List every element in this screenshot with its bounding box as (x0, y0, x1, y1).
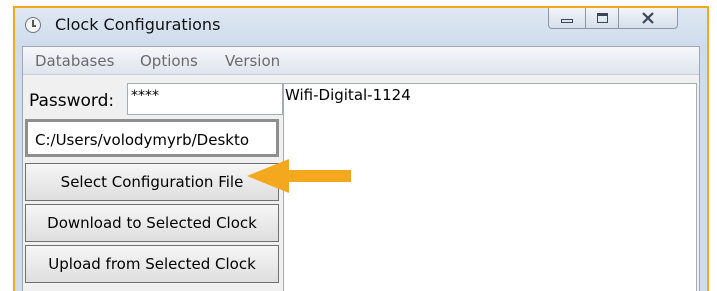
app-window: Clock Configurations Databases Options V… (13, 6, 709, 291)
annotation-arrow-icon (247, 159, 351, 193)
upload-from-clock-button[interactable]: Upload from Selected Clock (25, 245, 279, 283)
password-label: Password: (29, 91, 115, 111)
close-button[interactable] (618, 8, 678, 29)
maximize-button[interactable] (585, 8, 619, 29)
minimize-icon (561, 19, 573, 23)
clock-icon (25, 17, 41, 33)
title-bar[interactable]: Clock Configurations (15, 8, 707, 46)
minimize-button[interactable] (548, 8, 586, 29)
maximize-icon (596, 13, 608, 23)
menu-bar: Databases Options Version (23, 47, 699, 75)
password-field[interactable]: **** (127, 83, 283, 115)
download-to-clock-button[interactable]: Download to Selected Clock (25, 204, 279, 242)
menu-databases[interactable]: Databases (35, 52, 114, 70)
client-area: Databases Options Version Password: ****… (22, 46, 700, 291)
select-configuration-file-button[interactable]: Select Configuration File (25, 163, 279, 201)
file-path-field[interactable]: C:/Users/volodymyrb/Deskto (25, 119, 279, 157)
menu-options[interactable]: Options (140, 52, 198, 70)
close-icon (642, 12, 654, 24)
window-title: Clock Configurations (55, 15, 221, 34)
menu-version[interactable]: Version (225, 52, 280, 70)
